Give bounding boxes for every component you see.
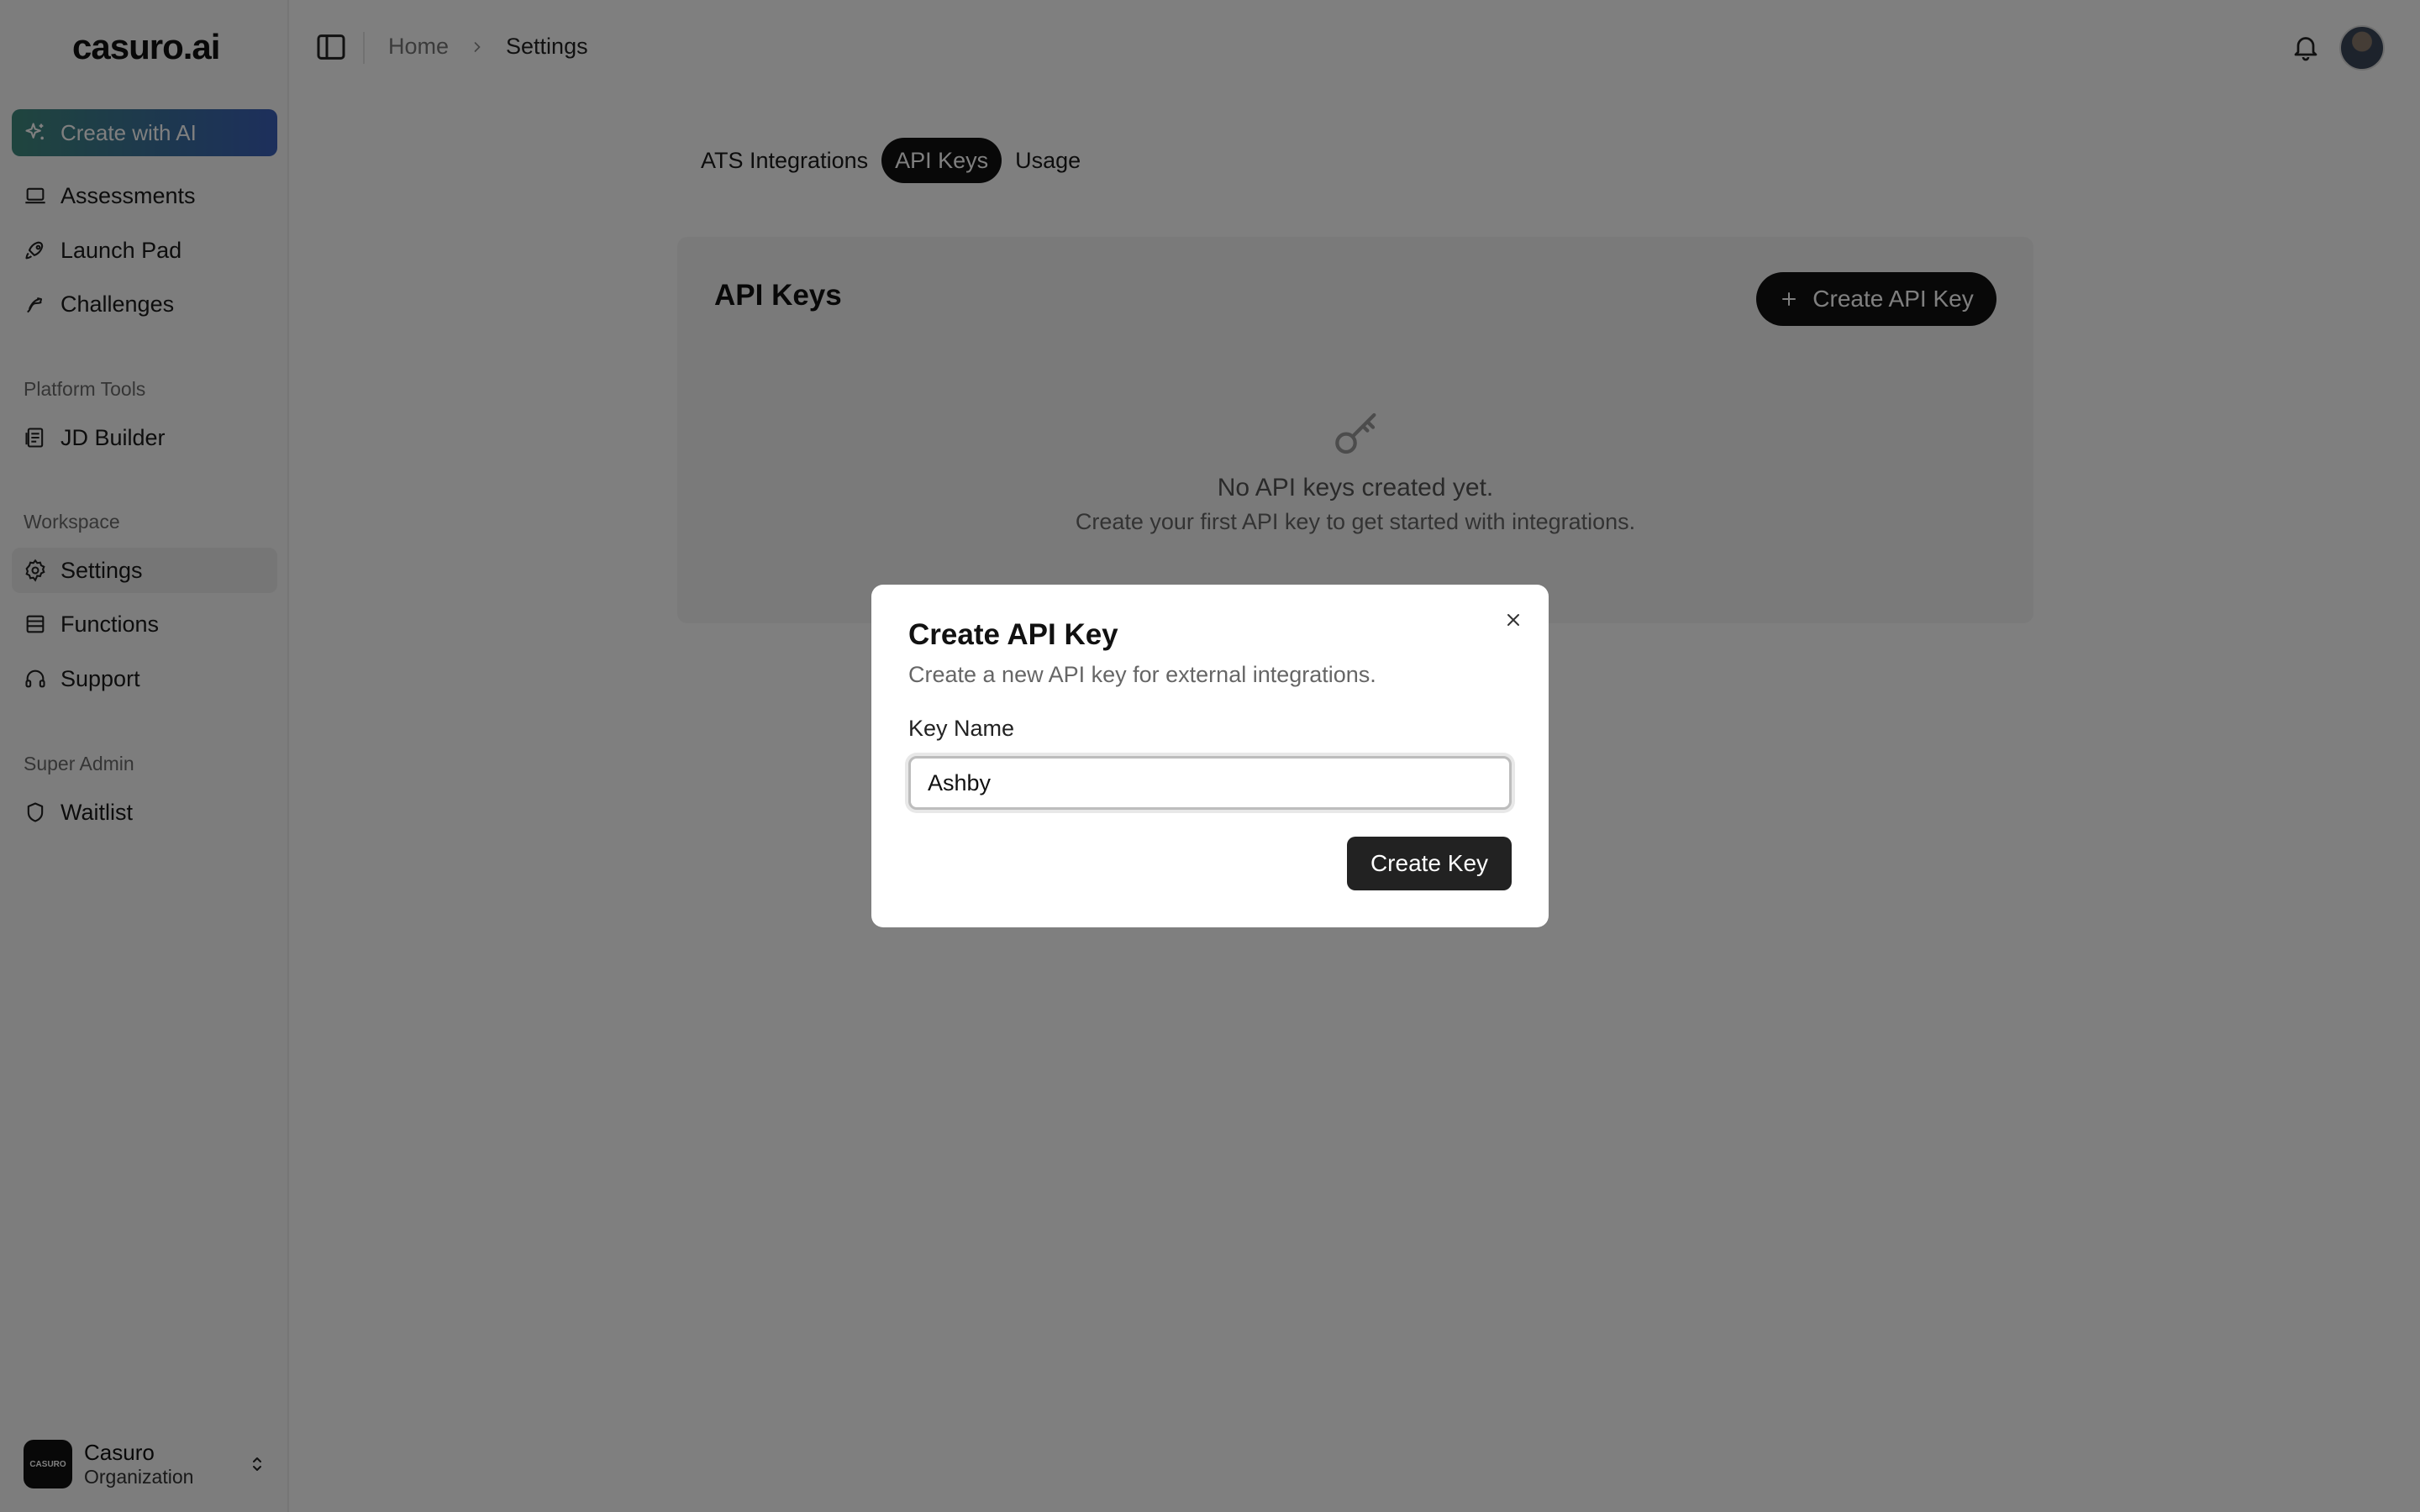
create-api-key-dialog: Create API Key Create a new API key for …: [871, 585, 1549, 927]
create-key-button[interactable]: Create Key: [1347, 837, 1512, 890]
close-button[interactable]: [1503, 610, 1523, 634]
key-name-label: Key Name: [908, 716, 1015, 741]
dialog-title: Create API Key: [908, 618, 1118, 651]
dialog-description: Create a new API key for external integr…: [908, 662, 1376, 687]
close-icon: [1507, 614, 1519, 626]
app-root: casuro.ai Create with AI Assessments Lau…: [0, 0, 2420, 1512]
key-name-input[interactable]: [908, 756, 1512, 810]
